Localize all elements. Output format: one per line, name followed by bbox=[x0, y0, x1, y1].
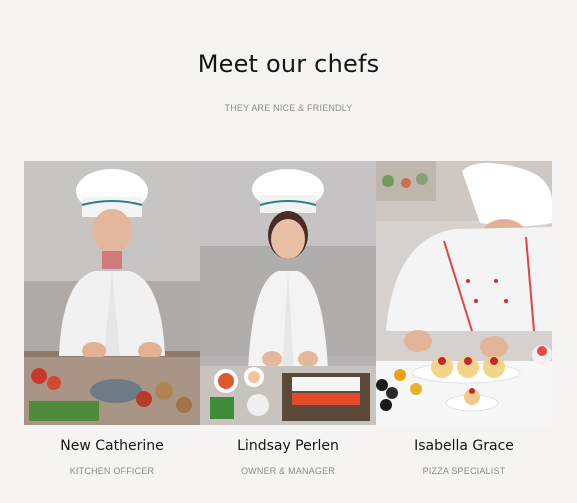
chef-card-1: New Catherine KITCHEN OFFICER bbox=[24, 161, 200, 476]
section-title: Meet our chefs bbox=[197, 50, 380, 78]
chef-name: Isabella Grace bbox=[414, 438, 514, 454]
chef-cards: New Catherine KITCHEN OFFICER Lindsay Pe… bbox=[24, 161, 552, 476]
chef-role: KITCHEN OFFICER bbox=[69, 466, 155, 476]
chef-photo-3 bbox=[376, 161, 552, 425]
section-subtitle: THEY ARE NICE & FRIENDLY bbox=[224, 103, 353, 113]
chef-photo-1 bbox=[24, 161, 200, 425]
team-section: Meet our chefs THEY ARE NICE & FRIENDLY bbox=[0, 0, 577, 503]
chef-card-2: Lindsay Perlen OWNER & MANAGER bbox=[200, 161, 376, 476]
chef-name: Lindsay Perlen bbox=[237, 438, 339, 454]
chef-role: PIZZA SPECIALIST bbox=[422, 466, 506, 476]
chef-photo-2 bbox=[200, 161, 376, 425]
chef-role: OWNER & MANAGER bbox=[240, 466, 335, 476]
chef-card-3: Isabella Grace PIZZA SPECIALIST bbox=[376, 161, 552, 476]
chef-name: New Catherine bbox=[60, 438, 164, 454]
